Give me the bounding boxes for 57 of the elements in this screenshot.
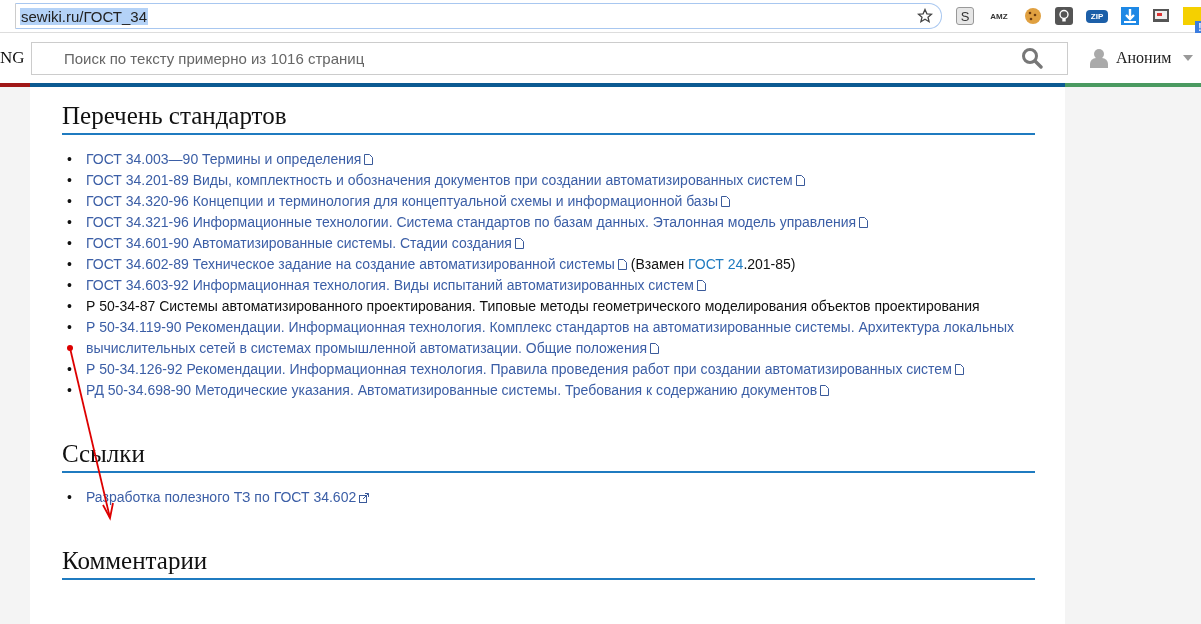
document-icon [650,343,660,354]
document-icon [514,238,524,249]
list-text: Р 50-34-87 Системы автоматизированного проектирования. Типовые методы геометрического моделирования объектов проектирования [86,298,980,314]
extension-icon[interactable]: AMZ [987,7,1011,25]
document-link[interactable]: ГОСТ 34.321-96 Информационные технологии. Система стандартов по базам данных. Эталонная модель управления [86,212,869,233]
list-text: .201-85) [743,256,796,272]
document-link[interactable]: ГОСТ 34.003—90 Термины и определения [86,149,374,170]
list-bullet: • [67,360,73,379]
list-bullet: • [67,171,73,190]
document-icon [364,154,374,165]
list-text: (Взамен [630,256,685,272]
document-icon [696,280,706,291]
section-heading: Перечень стандартов [62,95,1035,135]
extension-icon[interactable]: S [956,7,974,25]
section-heading: Комментарии [62,540,1035,580]
document-icon [720,196,730,207]
caret-icon[interactable] [1183,55,1194,61]
tv-icon[interactable] [1152,7,1170,25]
list-bullet: • [67,381,73,400]
document-link[interactable]: Р 50-34.126-92 Рекомендации. Информационная технология. Правила проведения работ при создании автоматизированных систем [86,359,964,380]
note-icon[interactable] [1183,7,1201,25]
extension-icon[interactable]: ZIP [1086,9,1108,23]
document-icon [859,217,869,228]
document-icon [795,175,805,186]
document-icon [617,259,627,270]
document-link[interactable]: ГОСТ 34.603-92 Информационная технология. Виды испытаний автоматизированных систем [86,275,706,296]
cookie-icon[interactable] [1024,7,1042,25]
list-bullet: • [67,297,73,316]
list-bullet: • [67,213,73,232]
list-bullet: • [67,255,73,274]
list-bullet: • [67,150,73,169]
document-link[interactable]: ГОСТ 34.601-90 Автоматизированные системы. Стадии создания [86,233,524,254]
document-link[interactable]: ГОСТ 34.602-89 Техническое задание на создание автоматизированной системы [86,254,627,275]
user-name[interactable]: Аноним [1116,49,1172,67]
external-link-icon [359,493,370,503]
document-link[interactable]: ГОСТ 24 [688,256,744,272]
list-bullet: • [67,192,73,211]
search-input[interactable]: Поиск по тексту примерно из 1016 страниц [62,48,1021,68]
document-icon [954,364,964,375]
alert-badge: ! [1195,21,1201,33]
list-bullet: • [67,234,73,253]
document-link[interactable]: Р 50-34.119-90 Рекомендации. Информационная технология. Комплекс стандартов на автоматизированные системы. Архитектура локальных вычислительных сетей в системах промышленной автоматизации. Общие положения [86,317,1015,359]
document-link[interactable]: ГОСТ 34.201-89 Виды, комплектность и обозначения документов при создании автоматизированных систем [86,170,805,191]
url-text: sewiki.ru/ГОСТ_34 [20,7,148,25]
user-icon[interactable] [1090,48,1108,68]
document-link[interactable]: РД 50-34.698-90 Методические указания. Автоматизированные системы. Требования к содержанию документов [86,380,830,401]
download-icon[interactable] [1121,7,1139,25]
star-icon[interactable] [917,8,933,24]
search-icon[interactable] [1021,47,1043,69]
site-logo-text[interactable]: NG [0,48,30,68]
document-link[interactable]: ГОСТ 34.320-96 Концепции и терминология для концептуальной схемы и информационной базы [86,191,730,212]
lightbulb-icon[interactable] [1055,7,1073,25]
search-field[interactable]: Поиск по тексту примерно из 1016 страниц [31,41,1068,75]
document-icon [820,385,830,396]
list-bullet: • [67,318,73,337]
list-bullet: • [67,488,73,507]
list-bullet: • [67,276,73,295]
